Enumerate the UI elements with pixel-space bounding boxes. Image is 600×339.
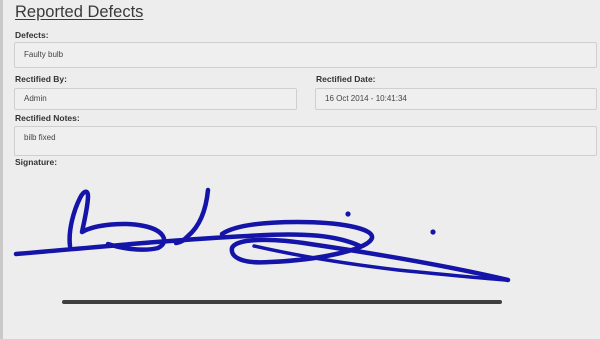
rectified-date-value: 16 Oct 2014 - 10:41:34 [325, 94, 407, 103]
rectified-date-field[interactable]: 16 Oct 2014 - 10:41:34 [315, 88, 597, 110]
rectified-notes-field[interactable]: bilb fixed [14, 126, 597, 156]
rectified-by-label: Rectified By: [15, 74, 67, 84]
section-title: Reported Defects [15, 3, 144, 21]
rectified-date-label: Rectified Date: [316, 74, 376, 84]
signature-pad[interactable] [8, 170, 568, 320]
signature-stroke-swirl [219, 219, 511, 283]
signature-stroke-l [173, 187, 211, 246]
window-left-edge [0, 0, 3, 339]
signature-drawing [13, 187, 511, 304]
signature-label: Signature: [15, 157, 58, 167]
defects-label: Defects: [15, 30, 49, 40]
rectified-notes-label: Rectified Notes: [15, 113, 80, 123]
defects-field[interactable]: Faulty bulb [14, 42, 597, 68]
rectified-by-value: Admin [24, 94, 47, 103]
signature-stroke-tail [252, 244, 508, 282]
defects-value: Faulty bulb [24, 50, 64, 59]
signature-dot [345, 211, 351, 217]
signature-dot [430, 229, 436, 235]
rectified-notes-value: bilb fixed [24, 133, 56, 142]
rectified-by-field[interactable]: Admin [14, 88, 297, 110]
